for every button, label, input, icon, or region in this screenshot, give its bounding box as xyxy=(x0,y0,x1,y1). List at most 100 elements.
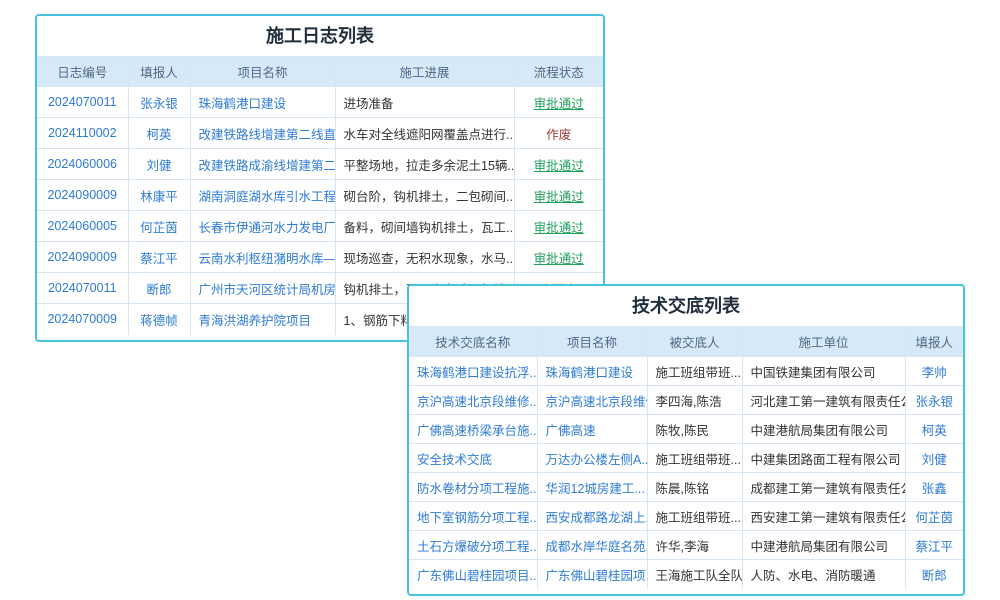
col-header-reporter: 填报人 xyxy=(128,57,190,87)
project-name-cell[interactable]: 万达办公楼左侧A... xyxy=(537,444,647,473)
log-id-cell[interactable]: 2024090009 xyxy=(37,242,128,273)
reporter-cell[interactable]: 李帅 xyxy=(905,357,963,386)
reporter-cell[interactable]: 刘健 xyxy=(905,444,963,473)
technical-disclosure-panel: 技术交底列表 技术交底名称 项目名称 被交底人 施工单位 填报人 珠海鹤港口建设… xyxy=(407,284,965,596)
recipients-cell: 陈牧,陈民 xyxy=(647,415,742,444)
contractor-cell: 中建港航局集团有限公司 xyxy=(742,531,905,560)
reporter-cell[interactable]: 何芷茵 xyxy=(905,502,963,531)
disclosure-name-cell[interactable]: 土石方爆破分项工程... xyxy=(409,531,537,560)
project-name-cell[interactable]: 珠海鹤港口建设 xyxy=(190,87,335,118)
col-header-reporter: 填报人 xyxy=(905,327,963,357)
project-name-cell[interactable]: 广佛高速 xyxy=(537,415,647,444)
recipients-cell: 施工班组带班... xyxy=(647,444,742,473)
log-table-row: 2024090009 林康平 湖南洞庭湖水库引水工程... 砌台阶，钩机排土，二… xyxy=(37,180,603,211)
disclosure-name-cell[interactable]: 防水卷材分项工程施... xyxy=(409,473,537,502)
disclosure-name-cell[interactable]: 安全技术交底 xyxy=(409,444,537,473)
construction-log-title: 施工日志列表 xyxy=(37,16,603,56)
recipients-cell: 施工班组带班... xyxy=(647,502,742,531)
project-name-cell[interactable]: 云南水利枢纽潴明水库—... xyxy=(190,242,335,273)
disclosure-name-cell[interactable]: 地下室钢筋分项工程... xyxy=(409,502,537,531)
tech-table-body: 珠海鹤港口建设抗浮... 珠海鹤港口建设 施工班组带班... 中国铁建集团有限公… xyxy=(409,357,963,589)
log-header-row: 日志编号 填报人 项目名称 施工进展 流程状态 xyxy=(37,57,603,87)
tech-table-row: 地下室钢筋分项工程... 西安成都路龙湖上... 施工班组带班... 西安建工第… xyxy=(409,502,963,531)
contractor-cell: 中国铁建集团有限公司 xyxy=(742,357,905,386)
col-header-log-id: 日志编号 xyxy=(37,57,128,87)
col-header-flow-status: 流程状态 xyxy=(514,57,603,87)
log-id-cell[interactable]: 2024060006 xyxy=(37,149,128,180)
tech-table-row: 珠海鹤港口建设抗浮... 珠海鹤港口建设 施工班组带班... 中国铁建集团有限公… xyxy=(409,357,963,386)
reporter-cell[interactable]: 刘健 xyxy=(128,149,190,180)
reporter-cell[interactable]: 林康平 xyxy=(128,180,190,211)
project-name-cell[interactable]: 西安成都路龙湖上... xyxy=(537,502,647,531)
project-name-cell[interactable]: 湖南洞庭湖水库引水工程... xyxy=(190,180,335,211)
log-table-row: 2024060006 刘健 改建铁路成渝线增建第二... 平整场地，拉走多余泥土… xyxy=(37,149,603,180)
reporter-cell[interactable]: 张鑫 xyxy=(905,473,963,502)
col-header-recipients: 被交底人 xyxy=(647,327,742,357)
status-cell[interactable]: 审批通过 xyxy=(514,87,603,118)
reporter-cell[interactable]: 柯英 xyxy=(905,415,963,444)
reporter-cell[interactable]: 蔡江平 xyxy=(905,531,963,560)
log-id-cell[interactable]: 2024070009 xyxy=(37,304,128,335)
progress-cell: 水车对全线遮阳网覆盖点进行... xyxy=(335,118,514,149)
recipients-cell: 施工班组带班... xyxy=(647,357,742,386)
col-header-project-name: 项目名称 xyxy=(537,327,647,357)
progress-cell: 进场准备 xyxy=(335,87,514,118)
log-table-row: 2024060005 何芷茵 长春市伊通河水力发电厂... 备料，砌间墙钩机排土… xyxy=(37,211,603,242)
project-name-cell[interactable]: 青海洪湖养护院项目 xyxy=(190,304,335,335)
status-cell[interactable]: 审批通过 xyxy=(514,149,603,180)
col-header-contractor: 施工单位 xyxy=(742,327,905,357)
progress-cell: 砌台阶，钩机排土，二包砌间... xyxy=(335,180,514,211)
log-id-cell[interactable]: 2024110002 xyxy=(37,118,128,149)
tech-table-row: 土石方爆破分项工程... 成都水岸华庭名苑... 许华,李海 中建港航局集团有限… xyxy=(409,531,963,560)
contractor-cell: 成都建工第一建筑有限责任公司 xyxy=(742,473,905,502)
project-name-cell[interactable]: 成都水岸华庭名苑... xyxy=(537,531,647,560)
log-table-row: 2024110002 柯英 改建铁路线增建第二线直... 水车对全线遮阳网覆盖点… xyxy=(37,118,603,149)
tech-table-row: 广佛高速桥梁承台施... 广佛高速 陈牧,陈民 中建港航局集团有限公司 柯英 xyxy=(409,415,963,444)
recipients-cell: 许华,李海 xyxy=(647,531,742,560)
contractor-cell: 中建港航局集团有限公司 xyxy=(742,415,905,444)
reporter-cell[interactable]: 柯英 xyxy=(128,118,190,149)
status-cell[interactable]: 审批通过 xyxy=(514,242,603,273)
status-cell[interactable]: 审批通过 xyxy=(514,211,603,242)
technical-disclosure-table: 技术交底名称 项目名称 被交底人 施工单位 填报人 珠海鹤港口建设抗浮... 珠… xyxy=(409,326,963,589)
contractor-cell: 人防、水电、消防暖通 xyxy=(742,560,905,589)
disclosure-name-cell[interactable]: 广东佛山碧桂园项目... xyxy=(409,560,537,589)
disclosure-name-cell[interactable]: 京沪高速北京段维修... xyxy=(409,386,537,415)
project-name-cell[interactable]: 华润12城房建工... xyxy=(537,473,647,502)
tech-table-row: 广东佛山碧桂园项目... 广东佛山碧桂园项目 王海施工队全队... 人防、水电、… xyxy=(409,560,963,589)
log-id-cell[interactable]: 2024090009 xyxy=(37,180,128,211)
project-name-cell[interactable]: 改建铁路线增建第二线直... xyxy=(190,118,335,149)
project-name-cell[interactable]: 改建铁路成渝线增建第二... xyxy=(190,149,335,180)
reporter-cell[interactable]: 何芷茵 xyxy=(128,211,190,242)
tech-table-row: 京沪高速北京段维修... 京沪高速北京段维修 李四海,陈浩 河北建工第一建筑有限… xyxy=(409,386,963,415)
reporter-cell[interactable]: 张永银 xyxy=(905,386,963,415)
project-name-cell[interactable]: 京沪高速北京段维修 xyxy=(537,386,647,415)
reporter-cell[interactable]: 断郎 xyxy=(128,273,190,304)
project-name-cell[interactable]: 广州市天河区统计局机房... xyxy=(190,273,335,304)
project-name-cell[interactable]: 广东佛山碧桂园项目 xyxy=(537,560,647,589)
reporter-cell[interactable]: 蒋德帧 xyxy=(128,304,190,335)
reporter-cell[interactable]: 张永银 xyxy=(128,87,190,118)
project-name-cell[interactable]: 长春市伊通河水力发电厂... xyxy=(190,211,335,242)
col-header-progress: 施工进展 xyxy=(335,57,514,87)
log-table-row: 2024090009 蔡江平 云南水利枢纽潴明水库—... 现场巡查，无积水现象… xyxy=(37,242,603,273)
contractor-cell: 河北建工第一建筑有限责任公司 xyxy=(742,386,905,415)
log-id-cell[interactable]: 2024070011 xyxy=(37,87,128,118)
desktop: 施工日志列表 日志编号 填报人 项目名称 施工进展 流程状态 202407001… xyxy=(0,0,1000,600)
contractor-cell: 中建集团路面工程有限公司 xyxy=(742,444,905,473)
disclosure-name-cell[interactable]: 珠海鹤港口建设抗浮... xyxy=(409,357,537,386)
progress-cell: 平整场地，拉走多余泥土15辆... xyxy=(335,149,514,180)
project-name-cell[interactable]: 珠海鹤港口建设 xyxy=(537,357,647,386)
disclosure-name-cell[interactable]: 广佛高速桥梁承台施... xyxy=(409,415,537,444)
recipients-cell: 李四海,陈浩 xyxy=(647,386,742,415)
recipients-cell: 王海施工队全队... xyxy=(647,560,742,589)
status-cell[interactable]: 审批通过 xyxy=(514,180,603,211)
tech-table-row: 安全技术交底 万达办公楼左侧A... 施工班组带班... 中建集团路面工程有限公… xyxy=(409,444,963,473)
col-header-disclosure-name: 技术交底名称 xyxy=(409,327,537,357)
status-cell[interactable]: 作废 xyxy=(514,118,603,149)
log-id-cell[interactable]: 2024060005 xyxy=(37,211,128,242)
recipients-cell: 陈晨,陈铭 xyxy=(647,473,742,502)
reporter-cell[interactable]: 蔡江平 xyxy=(128,242,190,273)
log-id-cell[interactable]: 2024070011 xyxy=(37,273,128,304)
reporter-cell[interactable]: 断郎 xyxy=(905,560,963,589)
